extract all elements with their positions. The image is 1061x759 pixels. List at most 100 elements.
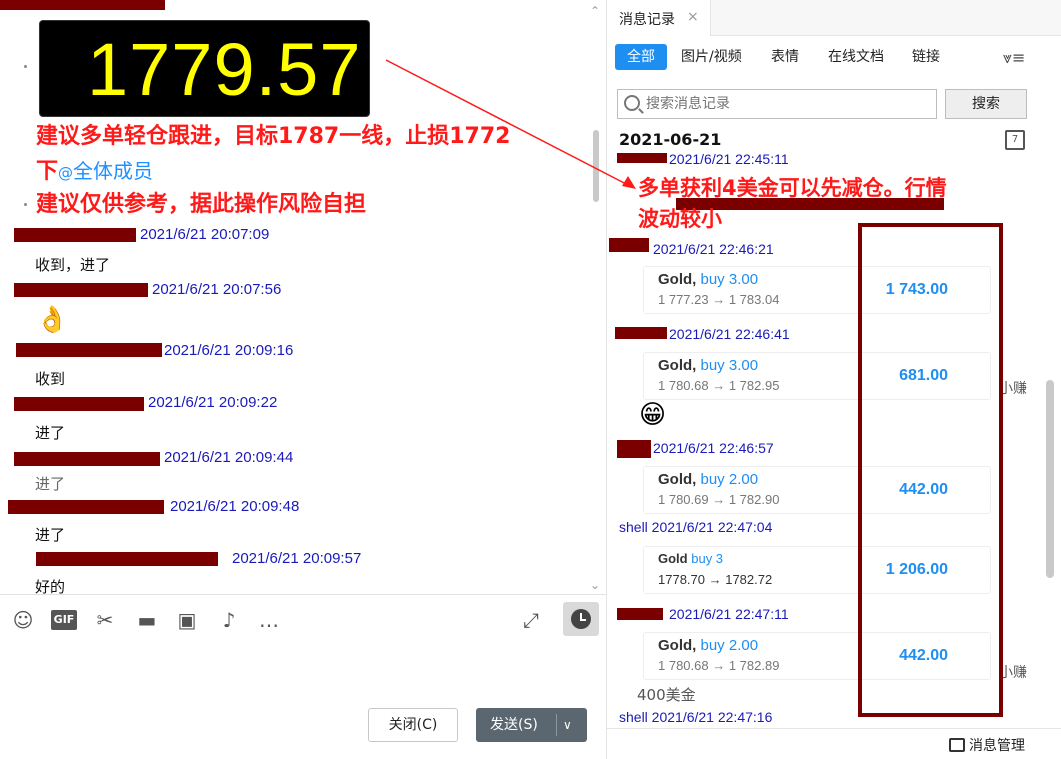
calendar-icon[interactable]: 7 — [1005, 130, 1025, 150]
scroll-down-icon[interactable]: ⌄ — [590, 578, 600, 592]
trade-symbol-line: Gold, buy 2.00 — [658, 637, 758, 654]
trade-side: buy 2.00 — [700, 637, 759, 654]
emoji-icon[interactable]: ☺ — [10, 607, 36, 633]
send-button[interactable]: 发送(S) ∨ — [476, 708, 587, 742]
trade-prices: 1 780.68 → 1 782.89 — [658, 658, 780, 673]
message-time: 2021/6/21 20:09:22 — [148, 394, 278, 411]
bell-icon[interactable]: ♪ — [216, 607, 242, 633]
clock-hand — [580, 619, 586, 621]
trade-symbol-line: Gold, buy 2.00 — [658, 471, 758, 488]
filter-stickers[interactable]: 表情 — [771, 44, 799, 70]
bullet-dot — [24, 203, 27, 206]
message-time: 2021/6/21 20:09:57 — [232, 550, 362, 567]
message-time: 2021/6/21 20:09:48 — [170, 498, 300, 515]
trade-symbol: Gold, — [658, 471, 697, 488]
history-scrollbar[interactable] — [1046, 380, 1054, 578]
filter-funnel-icon[interactable]: ⩔≡ — [1003, 48, 1025, 68]
input-toolbar: ☺ GIF ✂ ▬ ▣ ♪ … ⤢ — [0, 594, 606, 644]
search-box — [617, 89, 937, 119]
message-text: 收到，进了 — [35, 256, 111, 274]
advice-line-2: 下 — [36, 159, 59, 184]
sender-redaction — [617, 440, 651, 458]
trade-symbol-line: Gold, buy 3.00 — [658, 271, 758, 288]
sender-redaction — [14, 397, 144, 411]
close-button[interactable]: 关闭(C) — [368, 708, 458, 742]
message-time: 2021/6/21 20:07:56 — [152, 281, 282, 298]
side-note: 小赚 — [999, 665, 1027, 681]
message-time: 2021/6/21 20:09:44 — [164, 449, 294, 466]
filter-links[interactable]: 链接 — [912, 44, 940, 70]
message-text: 收到 — [35, 370, 66, 388]
advice-line-3: 建议仅供参考，据此操作风险自担 — [36, 192, 367, 217]
tab-title: 消息记录 — [619, 12, 675, 28]
chat-scrollbar[interactable] — [593, 130, 599, 202]
price-ticker-image: 1779.57 — [39, 20, 370, 117]
advice-line-1: 建议多单轻仓跟进，目标1787一线，止损1772 — [36, 124, 511, 149]
message-time: 2021/6/21 20:09:16 — [164, 342, 294, 359]
sender-redaction — [16, 343, 162, 357]
message-time: 2021/6/21 22:47:11 — [669, 606, 789, 622]
message-manager-button[interactable]: 消息管理 — [949, 735, 1025, 755]
price-text: 1779.57 — [87, 28, 362, 111]
trade-symbol: Gold — [658, 551, 688, 566]
more-icon[interactable]: … — [256, 607, 282, 633]
history-tab-bar: 消息记录 × — [607, 0, 1061, 36]
profit-text: 400美金 — [637, 686, 696, 704]
mention-all-members[interactable]: 全体成员 — [73, 159, 153, 183]
chat-pane: ⌃ 1779.57 建议多单轻仓跟进，目标1787一线，止损1772 下@全体成… — [0, 0, 606, 759]
clock-history-icon[interactable] — [563, 602, 599, 636]
message-time: 2021/6/21 20:07:09 — [140, 226, 270, 243]
scroll-up-icon[interactable]: ⌃ — [590, 4, 600, 18]
mention-line: 下@全体成员 — [36, 158, 153, 186]
send-label: 发送(S) — [490, 717, 538, 733]
highlight-box — [858, 223, 1003, 717]
sender-redaction — [615, 327, 667, 339]
message-icon — [949, 738, 965, 752]
ok-hand-emoji: 👌 — [36, 305, 69, 335]
search-input[interactable] — [646, 94, 926, 114]
expand-icon[interactable]: ⤢ — [518, 607, 544, 633]
filter-docs[interactable]: 在线文档 — [828, 44, 884, 70]
trade-prices: 1 780.69 → 1 782.90 — [658, 492, 780, 507]
trade-symbol: Gold, — [658, 271, 697, 288]
scissors-icon[interactable]: ✂ — [92, 607, 118, 633]
history-bottom-bar: 消息管理 — [607, 728, 1061, 759]
filter-all[interactable]: 全部 — [615, 44, 667, 70]
sender-redaction — [36, 552, 218, 566]
sender-redaction — [617, 153, 667, 163]
message-time: 2021/6/21 22:46:21 — [653, 241, 774, 257]
trade-side: buy 3.00 — [700, 357, 759, 374]
chevron-down-icon[interactable]: ∨ — [563, 708, 572, 742]
search-button[interactable]: 搜索 — [945, 89, 1027, 119]
message-time: 2021/6/21 22:46:41 — [669, 326, 790, 342]
message-text: 进了 — [35, 475, 66, 493]
message-manager-label: 消息管理 — [969, 738, 1025, 754]
message-time: 2021/6/21 22:45:11 — [669, 151, 789, 167]
bullet-dot — [24, 65, 27, 68]
sender-redaction — [14, 228, 136, 242]
redaction-bar — [0, 0, 165, 10]
sender-redaction — [8, 500, 164, 514]
message-time: shell 2021/6/21 22:47:16 — [619, 709, 773, 725]
trade-symbol: Gold, — [658, 637, 697, 654]
message-time: 2021/6/21 22:46:57 — [653, 440, 774, 456]
trade-prices: 1 777.23 → 1 783.04 — [658, 292, 780, 307]
gif-icon[interactable]: GIF — [51, 610, 77, 630]
screen: ⌃ 1779.57 建议多单轻仓跟进，目标1787一线，止损1772 下@全体成… — [0, 0, 1061, 759]
message-text: 进了 — [35, 424, 66, 442]
folder-icon[interactable]: ▬ — [134, 607, 160, 633]
tab-message-history[interactable]: 消息记录 × — [607, 0, 711, 36]
filter-media[interactable]: 图片/视频 — [681, 44, 742, 70]
search-icon — [624, 95, 640, 111]
sender-redaction — [617, 608, 663, 620]
trade-symbol-line: Gold buy 3 — [658, 551, 723, 566]
sender-redaction — [14, 452, 160, 466]
close-icon[interactable]: × — [687, 9, 699, 25]
message-time: shell 2021/6/21 22:47:04 — [619, 519, 773, 535]
grin-emoji: 😁 — [639, 400, 667, 430]
annotation-line-2: 波动较小 — [638, 207, 722, 231]
sender-redaction — [609, 238, 649, 252]
trade-symbol-line: Gold, buy 3.00 — [658, 357, 758, 374]
image-icon[interactable]: ▣ — [174, 607, 200, 633]
trade-side: buy 3 — [691, 551, 724, 566]
